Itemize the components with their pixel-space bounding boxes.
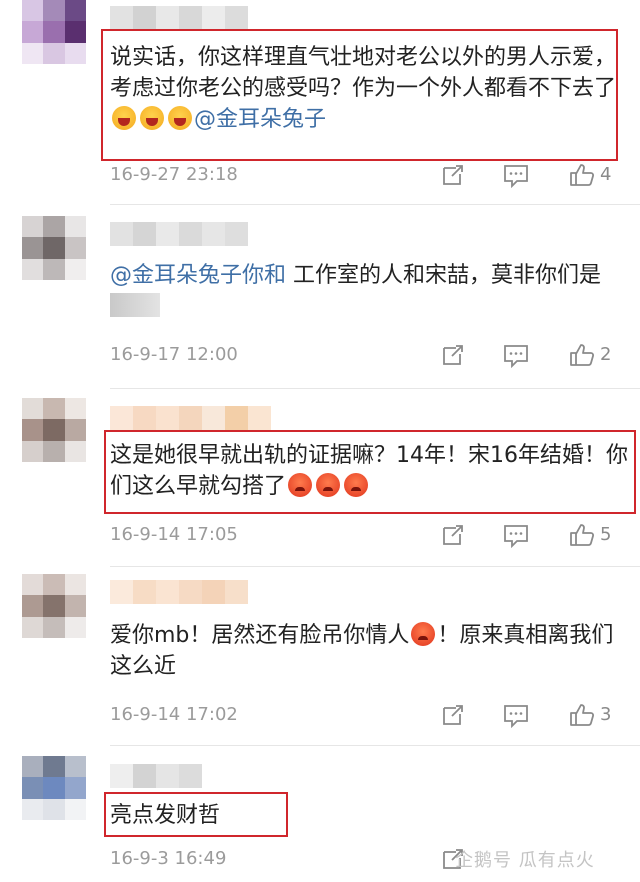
- like-count: 3: [600, 704, 612, 725]
- like-count: 4: [600, 164, 612, 185]
- username-blurred[interactable]: [110, 580, 248, 604]
- divider: [110, 566, 640, 567]
- forward-icon: [443, 705, 463, 725]
- reply-button[interactable]: [502, 522, 530, 548]
- comment-icon: [504, 345, 528, 368]
- comment-body: 爱你mb！居然还有脸吊你情人: [110, 623, 410, 648]
- comment-icon: [504, 705, 528, 728]
- like-button[interactable]: 2: [568, 342, 611, 368]
- comment-icon: [504, 165, 528, 188]
- avatar[interactable]: [22, 0, 86, 64]
- forward-icon: [443, 525, 463, 545]
- avatar[interactable]: [22, 756, 86, 820]
- like-button[interactable]: 4: [568, 162, 611, 188]
- comment-meta: 16-9-14 17:05 5: [110, 522, 640, 550]
- reply-button[interactable]: [502, 702, 530, 728]
- like-count: 2: [600, 344, 612, 365]
- mention-link[interactable]: @金耳朵兔子你和: [110, 263, 286, 288]
- forward-button[interactable]: [440, 522, 466, 548]
- username-blurred[interactable]: [110, 764, 202, 788]
- forward-button[interactable]: [440, 702, 466, 728]
- comment-meta: 16-9-17 12:00 2: [110, 342, 640, 370]
- username-blurred[interactable]: [110, 6, 248, 30]
- avatar[interactable]: [22, 216, 86, 280]
- username-blurred[interactable]: [110, 222, 248, 246]
- divider: [110, 204, 640, 205]
- like-button[interactable]: 3: [568, 702, 611, 728]
- comment-text: @金耳朵兔子你和 工作室的人和宋喆，莫非你们是: [110, 260, 630, 322]
- watermark: 企鹅号 瓜有点火: [455, 850, 595, 871]
- timestamp: 16-9-14 17:05: [110, 524, 238, 545]
- highlight-box: [104, 430, 636, 514]
- forward-icon: [443, 345, 463, 365]
- angry-icon: [411, 622, 436, 646]
- comment-meta: 16-9-14 17:02 3: [110, 702, 640, 730]
- reply-button[interactable]: [502, 342, 530, 368]
- comment-icon: [504, 525, 528, 548]
- avatar[interactable]: [22, 574, 86, 638]
- forward-button[interactable]: [440, 342, 466, 368]
- like-button[interactable]: 5: [568, 522, 611, 548]
- divider: [110, 388, 640, 389]
- censored-text: [110, 293, 160, 317]
- thumbs-up-icon: [570, 704, 595, 726]
- comment-meta: 16-9-27 23:18 4: [110, 162, 640, 190]
- forward-icon: [443, 165, 463, 185]
- comment-body: 工作室的人和宋喆，莫非你们是: [286, 263, 602, 288]
- thumbs-up-icon: [570, 164, 595, 186]
- reply-button[interactable]: [502, 162, 530, 188]
- divider: [110, 745, 640, 746]
- timestamp: 16-9-27 23:18: [110, 164, 238, 185]
- timestamp: 16-9-14 17:02: [110, 704, 238, 725]
- highlight-box: [101, 29, 618, 161]
- comment-text: 爱你mb！居然还有脸吊你情人 ！原来真相离我们这么近: [110, 620, 630, 682]
- thumbs-up-icon: [570, 524, 595, 546]
- timestamp: 16-9-17 12:00: [110, 344, 238, 365]
- thumbs-up-icon: [570, 344, 595, 366]
- highlight-box: [104, 792, 288, 837]
- avatar[interactable]: [22, 398, 86, 462]
- timestamp: 16-9-3 16:49: [110, 848, 227, 869]
- forward-button[interactable]: [440, 162, 466, 188]
- like-count: 5: [600, 524, 612, 545]
- username-blurred[interactable]: [110, 406, 271, 430]
